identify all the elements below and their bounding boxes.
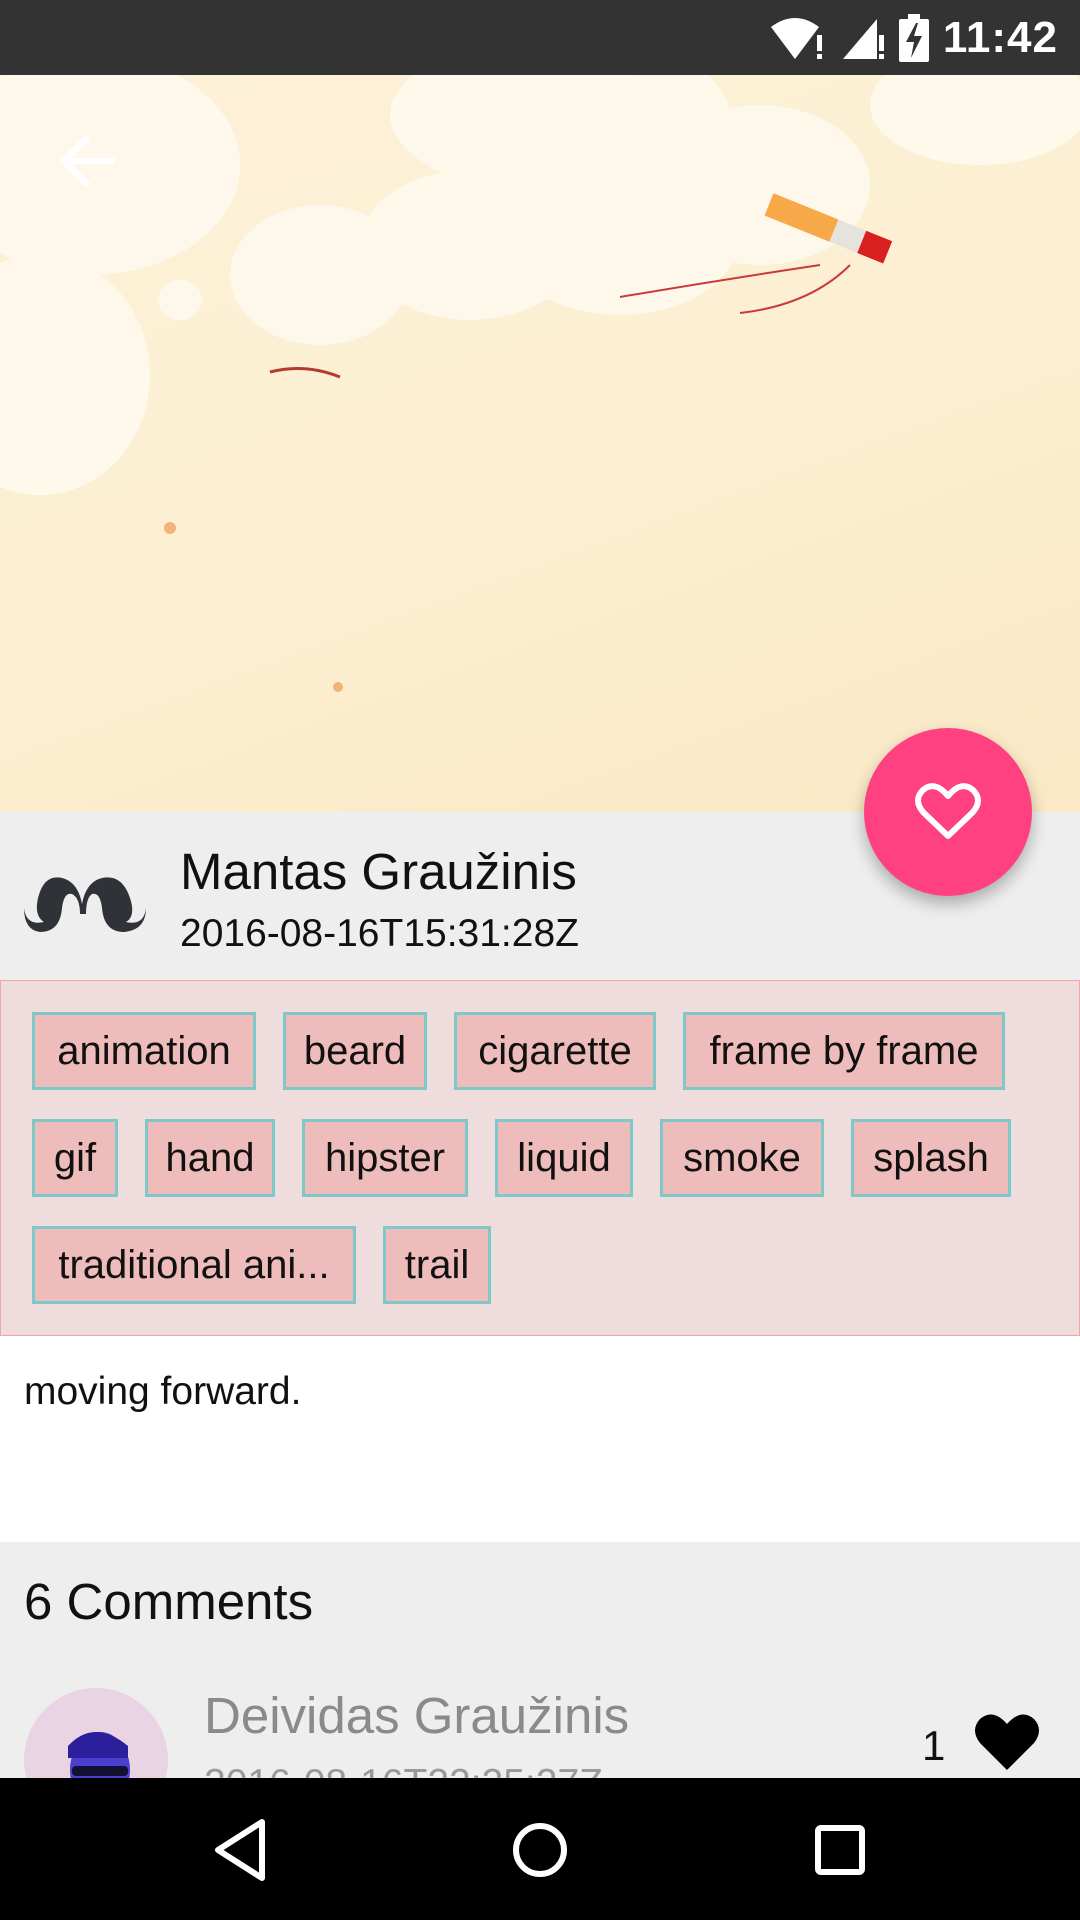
heart-filled-icon[interactable] — [974, 1712, 1040, 1772]
battery-charging-icon — [898, 13, 929, 62]
comment-date: 2016-08-16T22:25:27Z — [204, 1762, 603, 1778]
tags-panel: animation beard cigarette frame by frame… — [0, 980, 1080, 1336]
tag-chip[interactable]: splash — [851, 1119, 1011, 1197]
comment-author[interactable]: Deividas Graužinis — [204, 1686, 629, 1745]
tag-chip[interactable]: hipster — [302, 1119, 468, 1197]
tag-chip[interactable]: liquid — [495, 1119, 633, 1197]
post-date: 2016-08-16T15:31:28Z — [180, 912, 579, 955]
mustache-logo[interactable] — [20, 856, 150, 936]
shot-image[interactable] — [0, 75, 1080, 812]
status-bar: 11:42 — [0, 0, 1080, 75]
nav-recents-icon[interactable] — [804, 1814, 876, 1886]
wifi-alert-icon — [770, 17, 822, 59]
avatar[interactable] — [24, 1688, 168, 1778]
tag-chip[interactable]: hand — [145, 1119, 275, 1197]
tag-chip[interactable]: gif — [32, 1119, 118, 1197]
favorite-button[interactable] — [864, 728, 1032, 896]
heart-outline-icon — [915, 783, 981, 839]
shot-illustration — [0, 75, 1080, 692]
comment-like-count: 1 — [922, 1722, 946, 1769]
comments-count: 6 Comments — [24, 1573, 314, 1630]
nav-back-icon[interactable] — [206, 1814, 278, 1886]
tag-chip[interactable]: frame by frame — [683, 1012, 1005, 1090]
arrow-back-icon[interactable] — [52, 125, 124, 197]
avatar-image — [68, 1732, 130, 1778]
tag-chip[interactable]: trail — [383, 1226, 491, 1304]
navigation-bar — [0, 1778, 1080, 1920]
tag-chip[interactable]: cigarette — [454, 1012, 656, 1090]
screen: 11:42 Mantas Graužinis 2016-08-16T15:31:… — [0, 0, 1080, 1920]
nav-home-icon[interactable] — [504, 1814, 576, 1886]
comments-section: 6 Comments Deividas Graužinis 2016-08-16… — [0, 1542, 1080, 1778]
author-name[interactable]: Mantas Graužinis — [180, 842, 577, 901]
status-time: 11:42 — [942, 12, 1058, 62]
tag-chip[interactable]: beard — [283, 1012, 427, 1090]
tag-chip[interactable]: animation — [32, 1012, 256, 1090]
tag-chip[interactable]: smoke — [660, 1119, 824, 1197]
signal-alert-icon — [842, 18, 884, 59]
shot-description: moving forward. — [24, 1370, 302, 1413]
tag-chip[interactable]: traditional ani... — [32, 1226, 356, 1304]
